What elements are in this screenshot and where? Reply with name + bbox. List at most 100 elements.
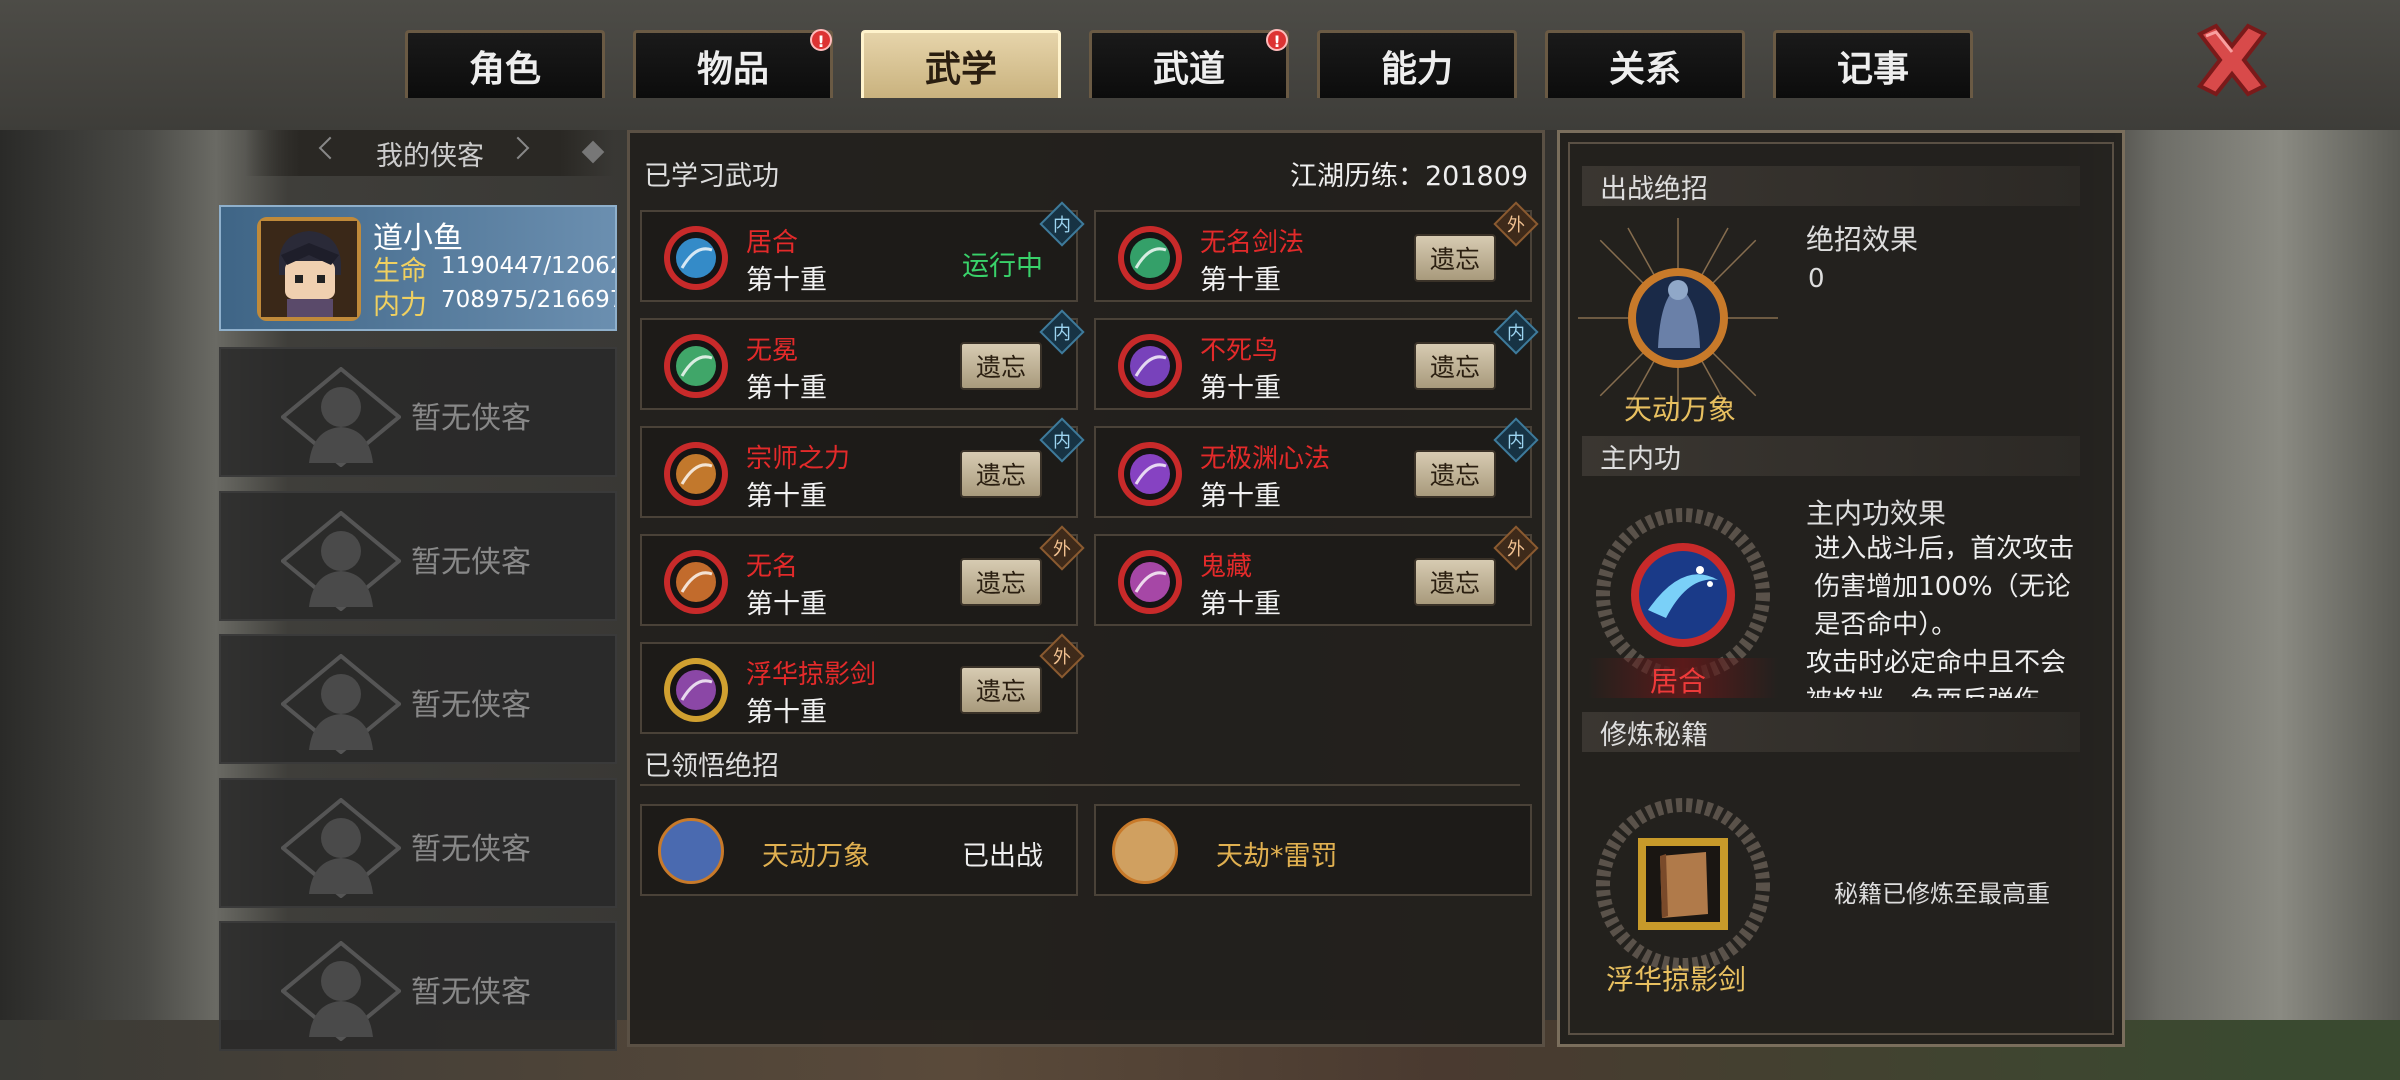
tag-label: 外 — [1053, 647, 1071, 668]
skill-card[interactable]: 无名剑法 第十重 遗忘 外 — [1094, 201, 1539, 302]
ultimate-card[interactable]: 天劫*雷罚 — [1094, 804, 1532, 896]
main-inner-name: 居合 — [1650, 665, 1707, 698]
ultimate-card[interactable]: 天动万象 已出战 — [640, 804, 1078, 896]
skill-name: 不死鸟 — [1200, 336, 1279, 366]
battle-ult-title: 出战绝招 — [1600, 173, 1708, 205]
skill-icon — [662, 656, 730, 724]
hero-card[interactable]: 道小鱼 生命 1190447/1206231 内力 708975/2166975 — [219, 205, 617, 331]
skill-level: 第十重 — [746, 481, 827, 512]
forget-button[interactable]: 遗忘 — [960, 450, 1042, 498]
empty-silhouette-icon — [281, 941, 401, 1041]
skill-card[interactable]: 浮华掠影剑第十重 遗忘 外 — [640, 633, 1085, 734]
empty-hero-slot[interactable]: 暂无侠客 — [219, 347, 617, 477]
skill-card[interactable]: 无极渊心法 第十重 遗忘 内 — [1094, 417, 1539, 518]
skill-icon — [662, 548, 730, 616]
skill-icon — [662, 440, 730, 508]
tag-label: 内 — [1507, 323, 1525, 344]
skill-icon — [1116, 332, 1184, 400]
tab-2[interactable]: 武学 — [861, 30, 1061, 98]
book-status: 秘籍已修炼至最高重 — [1834, 880, 2050, 908]
skill-card[interactable]: 无名 第十重 遗忘 外 — [640, 525, 1085, 626]
empty-silhouette-icon — [281, 511, 401, 611]
skill-icon — [1116, 440, 1184, 508]
tab-4[interactable]: 能力 — [1317, 30, 1517, 98]
empty-hero-slot[interactable]: 暂无侠客 — [219, 491, 617, 621]
tag-label: 内 — [1053, 323, 1071, 344]
ultimates-title: 已领悟绝招 — [644, 751, 779, 782]
close-icon[interactable] — [2192, 20, 2272, 100]
tab-label: 武学 — [924, 48, 997, 90]
battle-ult-header: 出战绝招 — [1582, 166, 2080, 206]
empty-slot-label: 暂无侠客 — [411, 832, 531, 867]
book-name: 浮华掠影剑 — [1606, 963, 1747, 996]
empty-hero-slot[interactable]: 暂无侠客 — [219, 921, 617, 1051]
main-effect-line: 被格挡，负面反弹伤 — [1806, 682, 2106, 698]
skill-level: 第十重 — [1200, 373, 1281, 404]
tab-3[interactable]: 武道! — [1089, 29, 1289, 98]
empty-slot-label: 暂无侠客 — [411, 401, 531, 436]
forget-button[interactable]: 遗忘 — [1414, 342, 1496, 390]
battle-ult-name: 天动万象 — [1624, 393, 1737, 426]
empty-hero-slot[interactable]: 暂无侠客 — [219, 634, 617, 764]
skill-name: 无冕 — [746, 336, 799, 366]
main-effect-line: 是否命中）。 — [1806, 610, 1958, 640]
battle-effect-title: 绝招效果 — [1806, 223, 1919, 256]
empty-hero-slot[interactable]: 暂无侠客 — [219, 778, 617, 908]
skill-card[interactable]: 居合 第十重 运行中内 — [640, 201, 1085, 302]
empty-silhouette-icon — [281, 654, 401, 754]
ultimate-status: 已出战 — [962, 841, 1043, 872]
skill-level: 第十重 — [746, 589, 827, 620]
forget-button[interactable]: 遗忘 — [1414, 558, 1496, 606]
main-effect-line: 进入战斗后，首次攻击 — [1806, 534, 2075, 564]
tab-label: 角色 — [468, 48, 541, 90]
alert-badge-icon: ! — [1266, 29, 1288, 51]
skill-icon — [662, 224, 730, 292]
main-effect-text-box[interactable]: 进入战斗后，首次攻击 伤害增加100%（无论 是否命中）。攻击时必定命中且不会被… — [1806, 530, 2106, 698]
tab-5[interactable]: 关系 — [1545, 30, 1745, 98]
skill-name: 居合 — [746, 228, 799, 258]
tab-1[interactable]: 物品! — [633, 29, 833, 98]
hero-portrait-icon — [261, 221, 357, 317]
skill-card[interactable]: 不死鸟第十重 遗忘 内 — [1094, 309, 1539, 410]
forget-button[interactable]: 遗忘 — [960, 342, 1042, 390]
tab-label: 能力 — [1380, 48, 1453, 90]
hero-avatar — [257, 217, 361, 321]
skill-name: 浮华掠影剑 — [746, 660, 877, 690]
tag-label: 内 — [1507, 431, 1525, 452]
tab-label: 记事 — [1836, 48, 1909, 90]
forget-label: 遗忘 — [975, 461, 1026, 490]
empty-silhouette-icon — [281, 798, 401, 898]
tag-label: 内 — [1053, 431, 1071, 452]
tab-0[interactable]: 角色 — [405, 30, 605, 98]
main-inner-title: 主内功 — [1600, 443, 1681, 475]
my-heroes-header: 我的侠客 — [245, 130, 615, 176]
ultimates-divider — [640, 784, 1520, 786]
skill-icon — [1116, 224, 1184, 292]
main-effect-line: 攻击时必定命中且不会 — [1806, 648, 2067, 678]
skill-name: 宗师之力 — [746, 444, 851, 474]
skill-level: 第十重 — [1200, 265, 1281, 296]
book-header: 修炼秘籍 — [1582, 712, 2080, 752]
forget-button[interactable]: 遗忘 — [960, 666, 1042, 714]
skill-level: 第十重 — [746, 697, 827, 728]
skill-level: 第十重 — [1200, 589, 1281, 620]
tag-label: 外 — [1507, 215, 1525, 236]
forget-label: 遗忘 — [1429, 353, 1480, 382]
skill-card[interactable]: 宗师之力第十重 遗忘 内 — [640, 417, 1085, 518]
running-status: 运行中 — [962, 251, 1043, 282]
skill-card[interactable]: 鬼藏 第十重 遗忘 外 — [1094, 525, 1539, 626]
forget-label: 遗忘 — [975, 677, 1026, 706]
empty-slot-label: 暂无侠客 — [411, 975, 531, 1010]
skill-icon — [662, 332, 730, 400]
tab-label: 武道 — [1152, 48, 1225, 90]
book-medal-icon — [1596, 798, 1770, 972]
learned-skills-title: 已学习武功 — [644, 161, 779, 192]
tab-6[interactable]: 记事 — [1773, 30, 1973, 98]
forget-button[interactable]: 遗忘 — [1414, 450, 1496, 498]
forget-button[interactable]: 遗忘 — [1414, 234, 1496, 282]
main-inner-header: 主内功 — [1582, 436, 2080, 476]
skill-card[interactable]: 无冕 第十重 遗忘 内 — [640, 309, 1085, 410]
skill-name: 无名 — [746, 552, 799, 582]
forget-label: 遗忘 — [1429, 245, 1480, 274]
forget-button[interactable]: 遗忘 — [960, 558, 1042, 606]
